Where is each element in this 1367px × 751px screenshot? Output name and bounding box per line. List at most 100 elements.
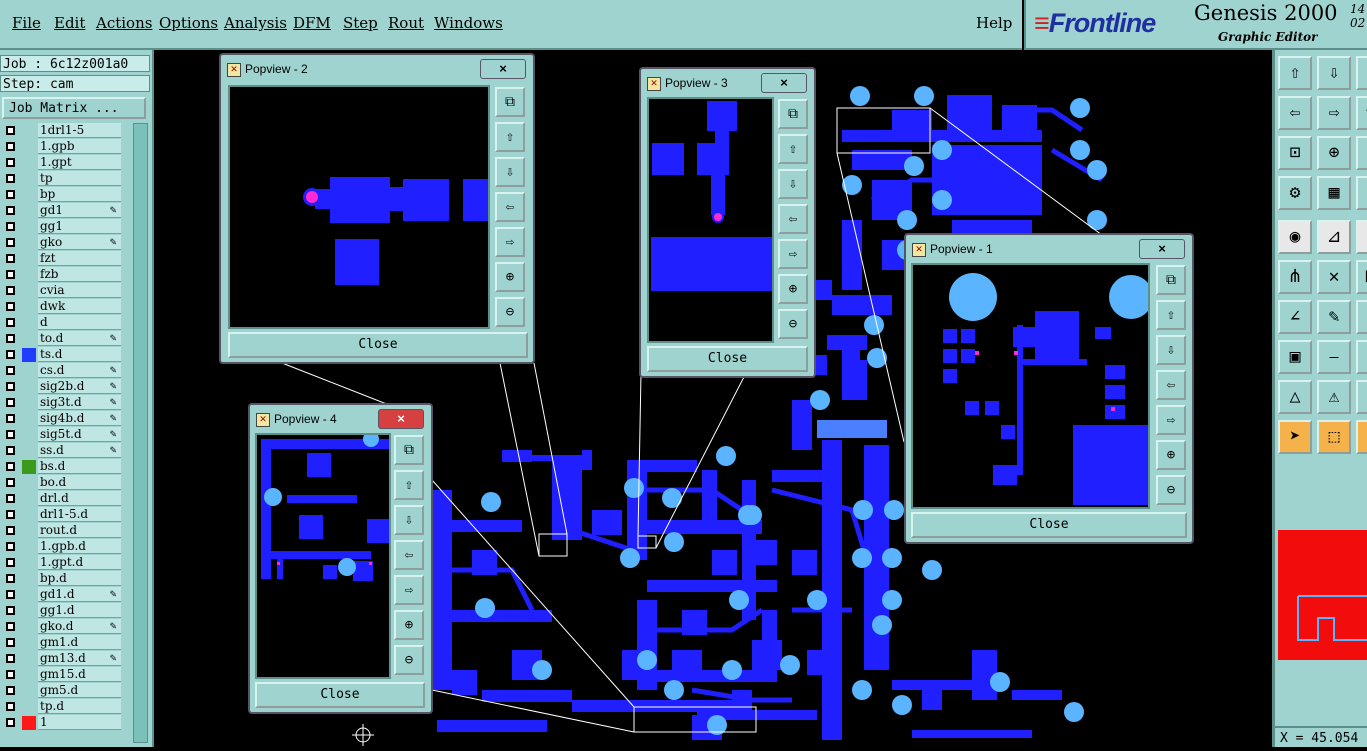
pan-up-icon[interactable]: ⇧ (1278, 56, 1312, 90)
layer-checkbox[interactable] (6, 398, 15, 407)
layer-row[interactable]: 1.gpb (2, 139, 123, 155)
net-highlight-icon[interactable]: ⊿ (1317, 220, 1351, 254)
layer-row[interactable]: to.d ✎ (2, 331, 123, 347)
layer-row[interactable]: bp.d (2, 571, 123, 587)
layer-checkbox[interactable] (6, 446, 15, 455)
layer-row[interactable]: tp.d (2, 699, 123, 715)
layer-row[interactable]: ts.d (2, 347, 123, 363)
layer-name[interactable]: gd1 ✎ (38, 203, 121, 218)
redraw-icon[interactable]: ⟲ (1356, 96, 1367, 130)
layer-checkbox[interactable] (6, 414, 15, 423)
route-icon[interactable]: ⋈ (1356, 260, 1367, 294)
layer-row[interactable]: 1.gpt.d (2, 555, 123, 571)
zoom-in-icon[interactable]: ⊕ (778, 274, 808, 304)
layer-row[interactable]: gko.d ✎ (2, 619, 123, 635)
layer-row[interactable]: 1.gpb.d (2, 539, 123, 555)
zoom-in-icon[interactable]: ⊕ (394, 610, 424, 640)
layer-name[interactable]: ss.d ✎ (38, 443, 121, 458)
layer-name[interactable]: dwk (38, 299, 121, 314)
layer-name[interactable]: gko ✎ (38, 235, 121, 250)
layer-checkbox[interactable] (6, 670, 15, 679)
layer-name[interactable]: bs.d (38, 459, 121, 474)
pan-down-icon[interactable]: ⇩ (778, 169, 808, 199)
job-matrix-button[interactable]: Job Matrix ... (2, 97, 146, 119)
popview-4-view[interactable] (255, 433, 391, 679)
layer-checkbox[interactable] (6, 574, 15, 583)
popview-1-close-x[interactable]: × (1139, 239, 1185, 259)
layer-checkbox[interactable] (6, 366, 15, 375)
layer-checkbox[interactable] (6, 302, 15, 311)
zoom-fit-icon[interactable]: ⧉ (778, 99, 808, 129)
pan-left-icon[interactable]: ⇦ (1156, 370, 1186, 400)
pointer-icon[interactable]: ➤ (1278, 420, 1312, 454)
popview-1-window[interactable]: ✕ Popview - 1 × ⧉ ⇧ ⇩ ⇦ ⇨ ⊕ ⊖ Close (904, 233, 1194, 544)
layer-checkbox[interactable] (6, 158, 15, 167)
layer-name[interactable]: bp.d (38, 571, 121, 586)
menu-step[interactable]: Step (343, 14, 378, 32)
zoom-out-icon[interactable]: ⊖ (1156, 475, 1186, 505)
layer-name[interactable]: bp (38, 187, 121, 202)
triangle-icon[interactable]: △ (1278, 380, 1312, 414)
warning-triangle-icon[interactable]: ⚠ (1317, 380, 1351, 414)
layer-row[interactable]: fzb (2, 267, 123, 283)
popview-1-titlebar[interactable]: ✕ Popview - 1 × (910, 238, 1188, 260)
popview-4-close-button[interactable]: Close (255, 682, 425, 708)
pan-down-icon[interactable]: ⇩ (495, 157, 525, 187)
layer-row[interactable]: cvia (2, 283, 123, 299)
layer-checkbox[interactable] (6, 318, 15, 327)
layer-name[interactable]: tp (38, 171, 121, 186)
popview-4-close-x[interactable]: × (378, 409, 424, 429)
pan-right-icon[interactable]: ⇨ (394, 575, 424, 605)
layer-checkbox[interactable] (6, 686, 15, 695)
popview-2-view[interactable] (228, 85, 490, 329)
popview-3-close-button[interactable]: Close (647, 346, 808, 372)
pan-down-icon[interactable]: ⇩ (1317, 56, 1351, 90)
pan-up-icon[interactable]: ⇧ (495, 122, 525, 152)
layer-checkbox[interactable] (6, 622, 15, 631)
layer-row[interactable]: gm15.d (2, 667, 123, 683)
layer-checkbox[interactable] (6, 542, 15, 551)
pan-left-icon[interactable]: ⇦ (778, 204, 808, 234)
measure-icon[interactable]: ⚙ (1278, 176, 1312, 210)
layer-checkbox[interactable] (6, 654, 15, 663)
layer-name[interactable]: rout.d (38, 523, 121, 538)
layer-checkbox[interactable] (6, 254, 15, 263)
layer-row[interactable]: cs.d ✎ (2, 363, 123, 379)
pan-up-icon[interactable]: ⇧ (1156, 300, 1186, 330)
layer-row[interactable]: 1 (2, 715, 123, 731)
pan-right-edge-icon[interactable]: ⇨ (1356, 56, 1367, 90)
layer-name[interactable]: fzb (38, 267, 121, 282)
layer-row[interactable]: sig2b.d ✎ (2, 379, 123, 395)
menu-actions[interactable]: Actions (96, 14, 152, 32)
pan-up-icon[interactable]: ⇧ (394, 470, 424, 500)
layer-row[interactable]: gko ✎ (2, 235, 123, 251)
grid-icon[interactable]: ▦ (1317, 176, 1351, 210)
layer-name[interactable]: sig4b.d ✎ (38, 411, 121, 426)
layer-name[interactable]: fzt (38, 251, 121, 266)
zoom-out-icon[interactable]: ⊖ (1356, 136, 1367, 170)
layer-row[interactable]: sig4b.d ✎ (2, 411, 123, 427)
arc-icon[interactable]: ⌒ (1356, 300, 1367, 334)
popview-2-titlebar[interactable]: ✕ Popview - 2 × (225, 58, 529, 80)
layer-row[interactable]: rout.d (2, 523, 123, 539)
menu-dfm[interactable]: DFM (293, 14, 331, 32)
layer-row[interactable]: bo.d (2, 475, 123, 491)
layer-name[interactable]: sig5t.d ✎ (38, 427, 121, 442)
layer-name[interactable]: ts.d (38, 347, 121, 362)
layer-name[interactable]: drl1-5.d (38, 507, 121, 522)
layer-row[interactable]: gg1 (2, 219, 123, 235)
pan-left-icon[interactable]: ⇦ (1278, 96, 1312, 130)
layer-name[interactable]: gm5.d (38, 683, 121, 698)
menu-file[interactable]: File (12, 14, 41, 32)
layer-row[interactable]: 1drl1-5 (2, 123, 123, 139)
layer-row[interactable]: 1.gpt (2, 155, 123, 171)
pan-left-icon[interactable]: ⇦ (394, 540, 424, 570)
layer-name[interactable]: drl.d (38, 491, 121, 506)
popview-4-titlebar[interactable]: ✕ Popview - 4 × (254, 408, 427, 430)
layer-row[interactable]: bp (2, 187, 123, 203)
snap-icon[interactable]: ⊞ (1356, 176, 1367, 210)
layer-name[interactable]: 1.gpb.d (38, 539, 121, 554)
layer-row[interactable]: gd1.d ✎ (2, 587, 123, 603)
menu-help[interactable]: Help (976, 14, 1012, 32)
zoom-in-icon[interactable]: ⊕ (495, 262, 525, 292)
